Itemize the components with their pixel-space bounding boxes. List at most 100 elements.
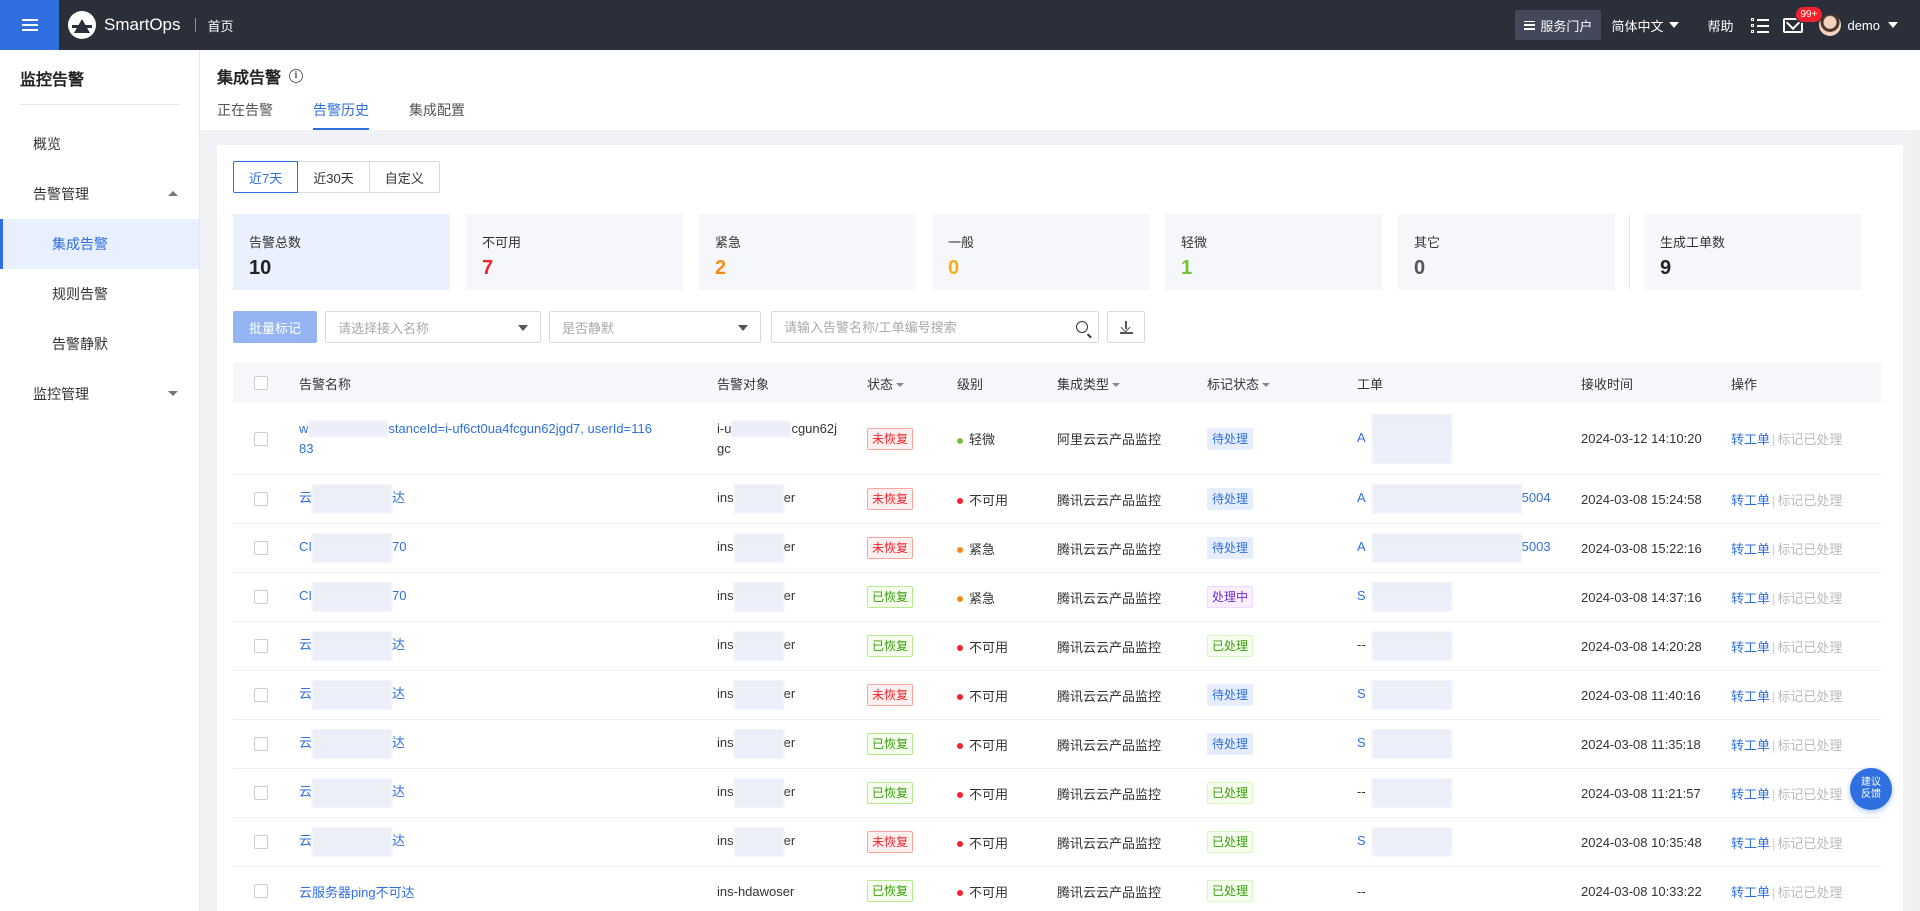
batch-mark-button[interactable]: 批量标记 — [233, 311, 318, 343]
alert-name-link[interactable]: 云达 — [299, 778, 405, 808]
col-header-integration[interactable]: 集成类型 — [1057, 374, 1207, 393]
menu-toggle-button[interactable] — [0, 0, 59, 50]
alert-name-link[interactable]: CI 70 — [299, 533, 406, 563]
row-checkbox[interactable] — [254, 688, 268, 702]
service-portal-button[interactable]: 服务门户 — [1515, 10, 1602, 40]
status-badge: 已恢复 — [867, 733, 914, 755]
alert-name-link[interactable]: 云达 — [299, 729, 405, 759]
row-checkbox[interactable] — [254, 884, 268, 898]
convert-ticket-link[interactable]: 转工单 — [1731, 738, 1770, 753]
mark-handled-link[interactable]: 标记已处理 — [1777, 885, 1842, 900]
alert-name-link[interactable]: 云达 — [299, 680, 405, 710]
tab-integration-config[interactable]: 集成配置 — [409, 100, 465, 130]
integration-name-select[interactable]: 请选择接入名称 — [325, 311, 542, 343]
ticket-link[interactable]: S — [1357, 827, 1452, 857]
row-checkbox[interactable] — [254, 492, 268, 506]
convert-ticket-link[interactable]: 转工单 — [1731, 640, 1770, 655]
help-link[interactable]: 帮助 — [1707, 16, 1733, 35]
stat-other[interactable]: 其它 0 — [1398, 214, 1615, 290]
tab-alert-history[interactable]: 告警历史 — [313, 100, 369, 130]
convert-ticket-link[interactable]: 转工单 — [1731, 493, 1770, 508]
range-30-days-button[interactable]: 近30天 — [297, 161, 370, 193]
range-7-days-button[interactable]: 近7天 — [233, 161, 299, 193]
app-logo[interactable]: SmartOps — [68, 11, 181, 39]
convert-ticket-link[interactable]: 转工单 — [1731, 689, 1770, 704]
alert-name-link[interactable]: 云服务器ping不可达 — [299, 885, 415, 900]
row-checkbox[interactable] — [254, 737, 268, 751]
tab-active-alerts[interactable]: 正在告警 — [217, 100, 273, 130]
sidebar-item-rule-alerts[interactable]: 规则告警 — [0, 269, 199, 319]
home-link[interactable]: 首页 — [208, 16, 234, 35]
feedback-button[interactable]: 建议 反馈 — [1850, 768, 1892, 810]
mark-handled-link[interactable]: 标记已处理 — [1777, 591, 1842, 606]
convert-ticket-link[interactable]: 转工单 — [1731, 591, 1770, 606]
alert-name-text: CI — [299, 588, 312, 604]
alert-name-link[interactable]: w stanceId=i-uf6ct0ua4fcgun62jgd7, userId… — [299, 419, 717, 459]
stat-urgent[interactable]: 紧急 2 — [699, 214, 916, 290]
alert-name-link[interactable]: 云达 — [299, 827, 405, 857]
silence-select[interactable]: 是否静默 — [549, 311, 762, 343]
task-list-icon[interactable] — [1751, 17, 1770, 33]
mark-handled-link[interactable]: 标记已处理 — [1777, 787, 1842, 802]
row-checkbox[interactable] — [254, 590, 268, 604]
ticket-link[interactable]: S — [1357, 729, 1452, 759]
sidebar-item-label: 概览 — [33, 136, 61, 152]
stat-minor[interactable]: 轻微 1 — [1165, 214, 1382, 290]
ticket-link[interactable]: A 5003 — [1357, 533, 1551, 563]
convert-ticket-link[interactable]: 转工单 — [1731, 787, 1770, 802]
sidebar-item-alert-silence[interactable]: 告警静默 — [0, 319, 199, 369]
integration-type: 腾讯云云产品监控 — [1057, 492, 1162, 508]
alert-object-text: er — [783, 588, 796, 604]
stat-total-alerts[interactable]: 告警总数 10 — [233, 214, 450, 290]
stat-general[interactable]: 一般 0 — [932, 214, 1149, 290]
convert-ticket-link[interactable]: 转工单 — [1731, 432, 1770, 447]
alert-name-link[interactable]: 云达 — [299, 484, 405, 514]
row-checkbox[interactable] — [254, 541, 268, 555]
language-selector[interactable]: 简体中文 — [1611, 16, 1680, 35]
sidebar-item-alert-management[interactable]: 告警管理 — [0, 169, 199, 219]
stat-tickets-generated[interactable]: 生成工单数 9 — [1644, 214, 1861, 290]
sidebar-item-monitor-management[interactable]: 监控管理 — [0, 369, 199, 419]
col-header-status[interactable]: 状态 — [867, 374, 957, 393]
integration-type: 腾讯云云产品监控 — [1057, 639, 1162, 655]
mark-handled-link[interactable]: 标记已处理 — [1777, 640, 1842, 655]
col-header-mark[interactable]: 标记状态 — [1207, 374, 1357, 393]
select-all-checkbox[interactable] — [254, 376, 268, 390]
mark-handled-link[interactable]: 标记已处理 — [1777, 738, 1842, 753]
alert-name-text: w — [299, 420, 309, 436]
avatar[interactable] — [1819, 14, 1842, 36]
ticket-link[interactable]: A 5004 — [1357, 484, 1551, 514]
sidebar-item-overview[interactable]: 概览 — [0, 119, 199, 169]
user-menu[interactable]: demo — [1847, 18, 1898, 33]
stat-unavailable[interactable]: 不可用 7 — [466, 214, 683, 290]
search-icon[interactable] — [1076, 321, 1089, 333]
convert-ticket-link[interactable]: 转工单 — [1731, 542, 1770, 557]
ticket-link[interactable]: A — [1357, 413, 1452, 464]
mark-handled-link[interactable]: 标记已处理 — [1777, 542, 1842, 557]
row-checkbox[interactable] — [254, 786, 268, 800]
ticket-link[interactable]: S — [1357, 680, 1452, 710]
row-checkbox[interactable] — [254, 835, 268, 849]
sidebar-item-integrated-alerts[interactable]: 集成告警 — [0, 219, 199, 269]
page-scrollbar[interactable] — [1912, 130, 1920, 911]
ticket-text: A — [1357, 539, 1366, 555]
row-checkbox[interactable] — [254, 431, 268, 446]
alert-name-link[interactable]: CI 70 — [299, 582, 406, 612]
info-icon[interactable]: i — [289, 69, 304, 83]
alert-object-text: er — [783, 637, 796, 653]
download-button[interactable] — [1107, 311, 1146, 343]
mark-handled-link[interactable]: 标记已处理 — [1777, 493, 1842, 508]
mark-handled-link[interactable]: 标记已处理 — [1777, 689, 1842, 704]
search-input[interactable] — [784, 319, 1075, 335]
ticket-link[interactable]: S — [1357, 582, 1452, 612]
page-title-text: 集成告警 — [217, 70, 282, 87]
convert-ticket-link[interactable]: 转工单 — [1731, 885, 1770, 900]
row-checkbox[interactable] — [254, 639, 268, 653]
mark-handled-link[interactable]: 标记已处理 — [1777, 432, 1842, 447]
col-header-ticket: 工单 — [1357, 376, 1384, 392]
mail-icon[interactable]: 99+ — [1783, 5, 1824, 33]
alert-name-link[interactable]: 云达 — [299, 631, 405, 661]
mark-handled-link[interactable]: 标记已处理 — [1777, 836, 1842, 851]
convert-ticket-link[interactable]: 转工单 — [1731, 836, 1770, 851]
range-custom-button[interactable]: 自定义 — [368, 161, 440, 193]
